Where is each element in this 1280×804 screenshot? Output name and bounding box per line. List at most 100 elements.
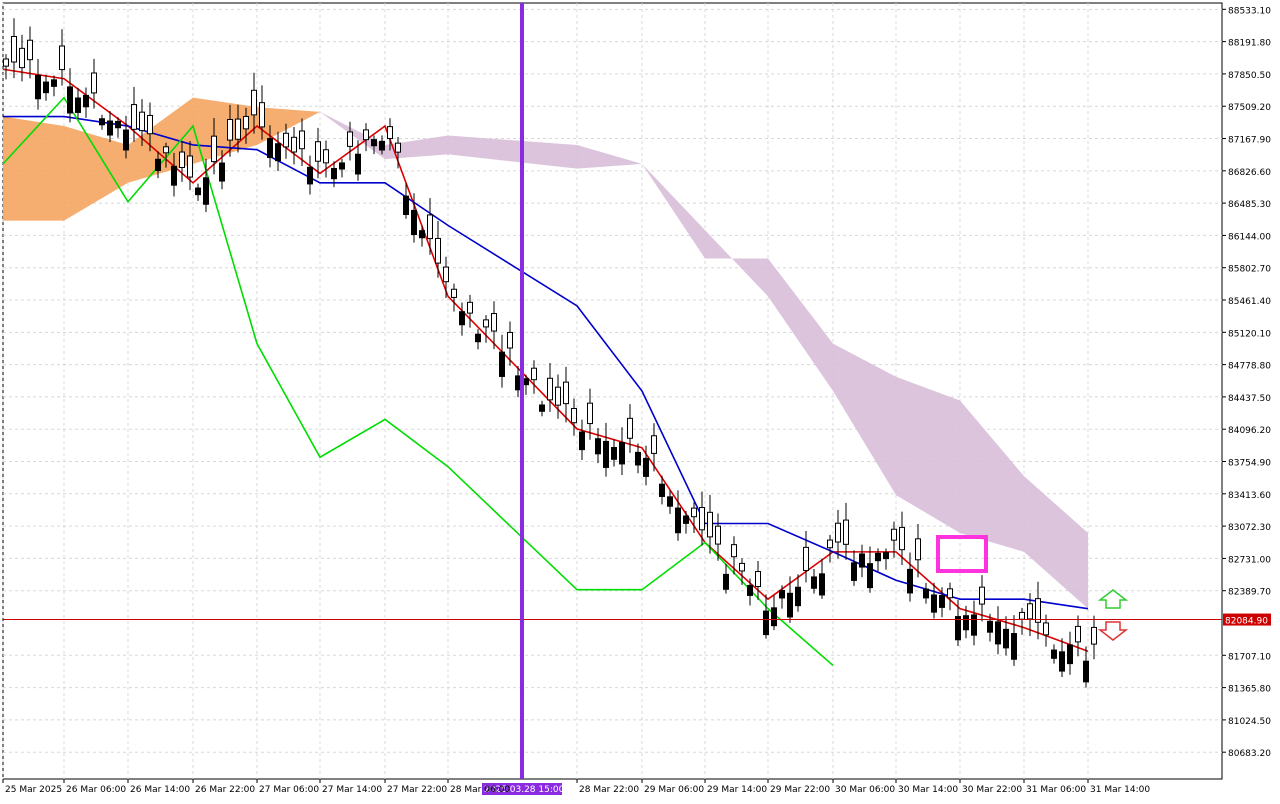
candle-body: [195, 187, 201, 196]
y-tick-label: 85461.40: [1228, 297, 1271, 307]
x-tick-label: 28 Mar 22:00: [579, 785, 639, 795]
candle-body: [299, 130, 305, 150]
x-tick-label: 29 Mar 06:00: [644, 785, 704, 795]
candle-body: [899, 526, 905, 551]
y-tick-label: 82731.00: [1228, 555, 1271, 565]
candle-body: [411, 209, 417, 235]
candle-body: [1027, 603, 1033, 620]
y-tick-label: 81365.80: [1228, 685, 1271, 695]
candle-body: [147, 114, 153, 135]
candle-body: [83, 94, 89, 108]
candle-body: [1075, 625, 1081, 643]
candle-body: [171, 165, 177, 186]
candle-body: [971, 614, 977, 636]
candle-body: [243, 115, 249, 130]
y-tick-label: 84096.20: [1228, 426, 1271, 436]
candle-body: [323, 149, 329, 164]
candle-body: [643, 457, 649, 477]
candle-body: [27, 39, 33, 61]
candle-body: [515, 375, 521, 391]
candle-body: [1059, 651, 1065, 672]
y-tick-label: 87850.50: [1228, 71, 1271, 81]
candle-body: [827, 539, 833, 549]
y-tick-label: 84778.80: [1228, 362, 1271, 372]
y-tick-label: 87509.20: [1228, 103, 1271, 113]
candle-body: [907, 568, 913, 594]
y-tick-label: 83072.30: [1228, 523, 1271, 533]
candle-body: [763, 610, 769, 636]
candle-body: [483, 319, 489, 328]
candle-body: [555, 386, 561, 406]
candle-body: [531, 367, 537, 381]
candle-body: [355, 153, 361, 175]
candle-body: [1067, 644, 1073, 665]
candle-body: [835, 522, 841, 543]
candle-body: [339, 162, 345, 170]
candle-body: [851, 562, 857, 581]
candle-body: [979, 586, 985, 605]
candle-body: [419, 230, 425, 239]
candle-body: [675, 507, 681, 534]
candle-body: [691, 507, 697, 518]
y-tick-label: 82389.70: [1228, 588, 1271, 598]
candle-body: [915, 538, 921, 561]
candle-body: [771, 607, 777, 627]
candle-body: [931, 594, 937, 613]
candle-body: [347, 131, 353, 147]
candle-body: [283, 132, 289, 148]
candle-body: [923, 588, 929, 599]
candle-body: [843, 519, 849, 545]
candle-body: [403, 195, 409, 215]
candle-body: [1043, 622, 1049, 636]
candle-body: [371, 139, 377, 147]
candle-body: [819, 573, 825, 596]
candle-body: [747, 584, 753, 596]
candle-body: [739, 562, 745, 572]
candle-body: [611, 446, 617, 460]
x-tick-label: 30 Mar 22:00: [962, 785, 1022, 795]
y-tick-label: 86485.30: [1228, 200, 1271, 210]
x-tick-label: 29 Mar 22:00: [770, 785, 830, 795]
current-price-label: 82084.90: [1225, 617, 1268, 627]
y-tick-label: 80683.20: [1228, 749, 1271, 759]
candle-body: [659, 483, 665, 497]
candle-body: [523, 378, 529, 386]
candle-body: [619, 442, 625, 465]
candle-body: [291, 136, 297, 153]
candle-body: [211, 135, 217, 163]
candle-body: [443, 266, 449, 283]
candle-body: [779, 589, 785, 599]
candle-body: [395, 142, 401, 153]
candle-body: [59, 45, 65, 71]
candle-body: [131, 104, 137, 130]
candle-body: [651, 435, 657, 454]
candle-body: [635, 451, 641, 466]
x-tick-label: 26 Mar 22:00: [195, 785, 255, 795]
candle-body: [3, 58, 9, 67]
candle-body: [603, 440, 609, 468]
candle-body: [307, 166, 313, 185]
candle-body: [331, 167, 337, 180]
candle-body: [795, 586, 801, 607]
candle-body: [107, 120, 113, 136]
y-tick-label: 86826.60: [1228, 168, 1271, 178]
candle-body: [251, 89, 257, 116]
candle-body: [115, 120, 121, 129]
y-tick-label: 88191.80: [1228, 39, 1271, 49]
candle-body: [499, 351, 505, 377]
candle-body: [1091, 626, 1097, 645]
candle-body: [459, 311, 465, 326]
candle-body: [491, 313, 497, 332]
y-tick-label: 81707.10: [1228, 652, 1271, 662]
x-tick-label: 30 Mar 06:00: [835, 785, 895, 795]
candle-body: [1019, 611, 1025, 620]
y-tick-label: 83413.60: [1228, 491, 1271, 501]
candle-body: [387, 126, 393, 140]
x-tick-label: 27 Mar 22:00: [387, 785, 447, 795]
candle-body: [731, 544, 737, 558]
candle-body: [707, 511, 713, 538]
candle-body: [235, 118, 241, 140]
candle-body: [379, 140, 385, 151]
candle-body: [755, 571, 761, 587]
candle-body: [787, 592, 793, 618]
